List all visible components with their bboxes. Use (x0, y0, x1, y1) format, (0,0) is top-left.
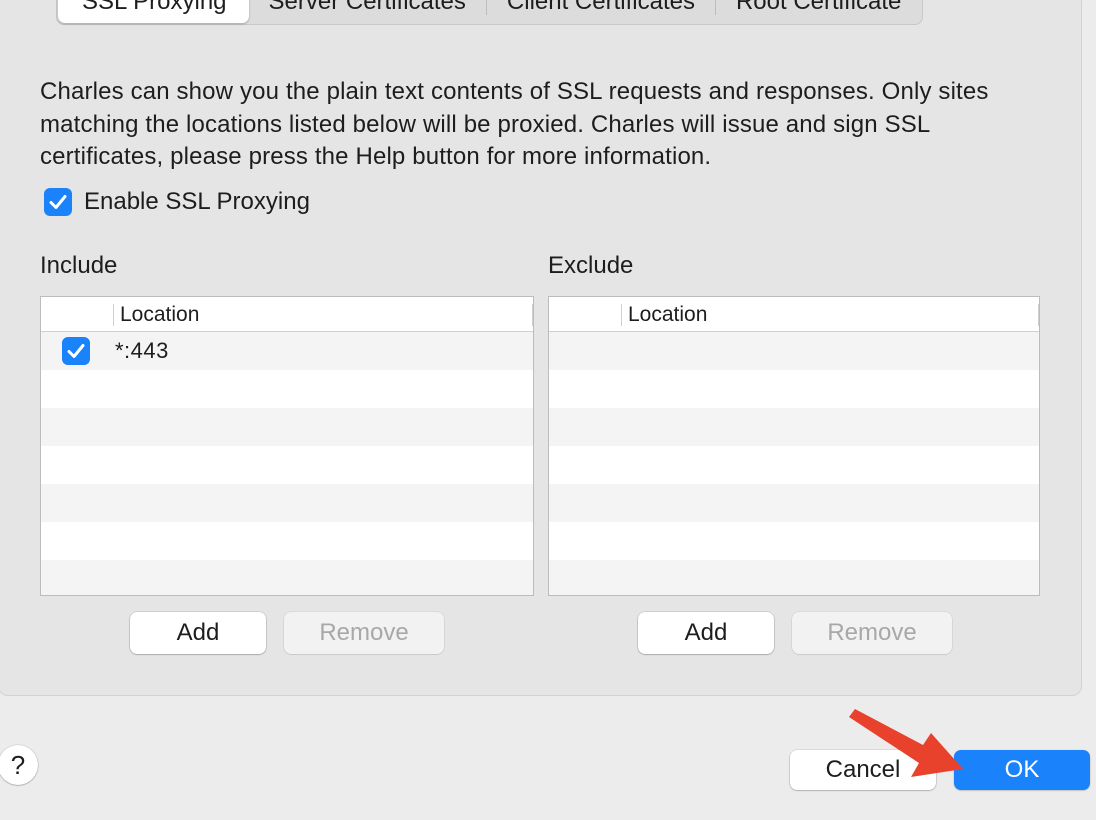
include-label: Include (40, 252, 118, 279)
row-enabled-checkbox[interactable] (62, 337, 90, 365)
empty-row (41, 370, 533, 408)
annotation-arrow-icon (849, 709, 963, 777)
empty-row (549, 560, 1039, 595)
tab-client-certificates[interactable]: Client Certificates (487, 0, 715, 23)
include-table[interactable]: Location *:443 (40, 296, 534, 596)
table-body (549, 332, 1039, 595)
empty-row (549, 522, 1039, 560)
description-text: Charles can show you the plain text cont… (40, 78, 989, 170)
tab-server-certificates[interactable]: Server Certificates (249, 0, 486, 23)
include-remove-button[interactable]: Remove (284, 612, 444, 654)
tab-label: SSL Proxying (82, 0, 227, 15)
exclude-label: Exclude (548, 252, 634, 279)
ssl-proxying-settings-window: SSL Proxying Server Certificates Client … (0, 0, 1096, 820)
exclude-table[interactable]: Location (548, 296, 1040, 596)
tab-label: Root Certificate (735, 0, 902, 15)
tab-label: Server Certificates (268, 0, 466, 15)
empty-row (549, 408, 1039, 446)
empty-row (549, 332, 1039, 370)
help-button[interactable]: ? (0, 745, 38, 785)
checkmark-icon (49, 195, 67, 209)
tab-label: Client Certificates (506, 0, 695, 15)
location-column-header[interactable]: Location (120, 303, 199, 327)
column-divider (113, 304, 114, 326)
empty-row (41, 522, 533, 560)
table-row[interactable]: *:443 (41, 332, 533, 370)
exclude-add-button[interactable]: Add (638, 612, 774, 654)
column-divider (1038, 304, 1039, 326)
exclude-remove-button[interactable]: Remove (792, 612, 952, 654)
location-cell: *:443 (115, 338, 169, 363)
empty-row (41, 484, 533, 522)
empty-row (549, 446, 1039, 484)
checkmark-icon (67, 344, 85, 358)
empty-row (41, 408, 533, 446)
enable-ssl-proxying-row[interactable]: Enable SSL Proxying (44, 188, 310, 216)
column-divider (621, 304, 622, 326)
table-header[interactable]: Location (549, 297, 1039, 332)
empty-row (549, 370, 1039, 408)
ok-button[interactable]: OK (954, 750, 1090, 790)
table-body: *:443 (41, 332, 533, 595)
empty-row (41, 560, 533, 595)
tab-ssl-proxying[interactable]: SSL Proxying (58, 0, 249, 23)
empty-row (549, 484, 1039, 522)
table-header[interactable]: Location (41, 297, 533, 332)
tab-bar: SSL Proxying Server Certificates Client … (56, 0, 924, 25)
tab-root-certificate[interactable]: Root Certificate (716, 0, 921, 23)
column-divider (532, 304, 533, 326)
enable-ssl-proxying-label: Enable SSL Proxying (84, 188, 310, 215)
location-column-header[interactable]: Location (628, 303, 707, 327)
include-add-button[interactable]: Add (130, 612, 266, 654)
empty-row (41, 446, 533, 484)
enable-ssl-proxying-checkbox[interactable] (44, 188, 72, 216)
